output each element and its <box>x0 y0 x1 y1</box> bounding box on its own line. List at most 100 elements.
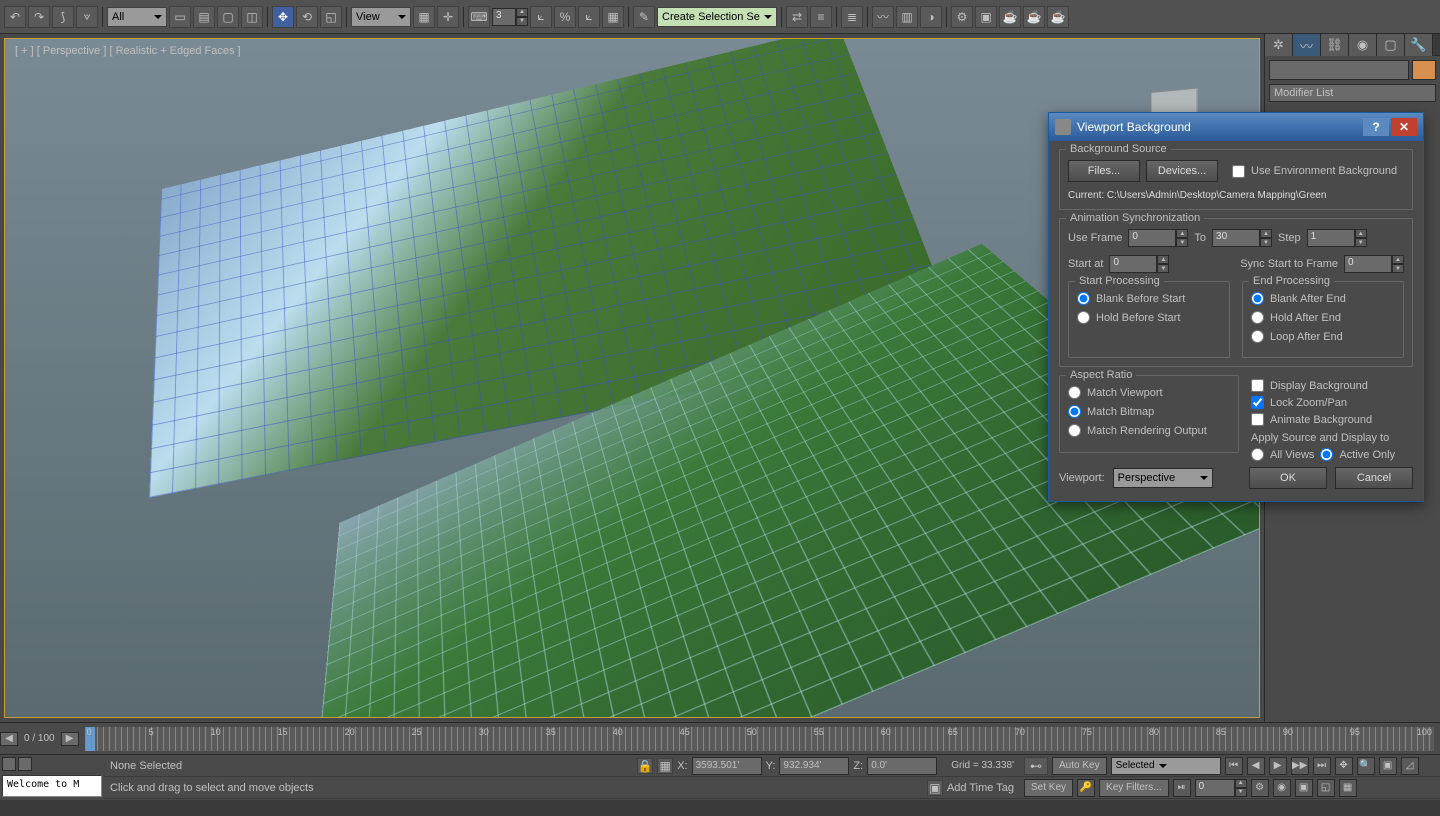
unlink-icon[interactable]: ⟇ <box>76 6 98 28</box>
pan-icon[interactable]: ✥ <box>1335 757 1353 775</box>
named-selection-dropdown[interactable]: Create Selection Se <box>657 7 777 27</box>
material-editor-icon[interactable]: ◑ <box>920 6 942 28</box>
hierarchy-tab-icon[interactable]: ⛓ <box>1321 34 1349 56</box>
time-tag-icon[interactable]: ▣ <box>927 780 943 796</box>
macro-btn2-icon[interactable] <box>18 757 32 771</box>
object-color-swatch[interactable] <box>1412 60 1436 80</box>
coord-display-icon[interactable]: ▦ <box>657 758 673 774</box>
viewport-label[interactable]: [ + ] [ Perspective ] [ Realistic + Edge… <box>15 45 241 57</box>
sync-start-spinner[interactable]: 0▲▼ <box>1344 255 1404 273</box>
render-prod-icon[interactable]: ☕ <box>1047 6 1069 28</box>
create-tab-icon[interactable]: ✲ <box>1265 34 1293 56</box>
link-icon[interactable]: ⟆ <box>52 6 74 28</box>
goto-start-icon[interactable]: ⏮ <box>1225 757 1243 775</box>
dialog-titlebar[interactable]: Viewport Background ? ✕ <box>1049 113 1423 141</box>
motion-tab-icon[interactable]: ◉ <box>1349 34 1377 56</box>
move-icon[interactable]: ✥ <box>272 6 294 28</box>
undo-icon[interactable]: ↶ <box>4 6 26 28</box>
display-bg-checkbox[interactable] <box>1251 379 1264 392</box>
time-ruler[interactable]: 0510152025303540455055606570758085909510… <box>85 727 1434 751</box>
goto-end-icon[interactable]: ⏭ <box>1313 757 1331 775</box>
layers-icon[interactable]: ≣ <box>841 6 863 28</box>
percent-snap-icon[interactable]: ⟀ <box>578 6 600 28</box>
rect-select-icon[interactable]: ▢ <box>217 6 239 28</box>
spinner-snap-icon[interactable]: ▦ <box>602 6 624 28</box>
align-icon[interactable]: ≡ <box>810 6 832 28</box>
match-bitmap-radio[interactable] <box>1068 405 1081 418</box>
selection-filter-dropdown[interactable]: All <box>107 7 167 27</box>
key-icon[interactable]: ⊷ <box>1024 757 1048 775</box>
snap-toggle-icon[interactable]: ⟀ <box>530 6 552 28</box>
key-mode-dropdown[interactable]: Selected <box>1111 757 1221 775</box>
zoom-icon[interactable]: 🔍 <box>1357 757 1375 775</box>
play-icon[interactable]: ▶ <box>1269 757 1287 775</box>
window-crossing-icon[interactable]: ◫ <box>241 6 263 28</box>
utilities-tab-icon[interactable]: 🔧 <box>1405 34 1433 56</box>
curve-editor-icon[interactable]: 〰 <box>872 6 894 28</box>
match-render-radio[interactable] <box>1068 424 1081 437</box>
display-tab-icon[interactable]: ▢ <box>1377 34 1405 56</box>
add-time-tag[interactable]: Add Time Tag <box>947 782 1014 794</box>
modifier-list-dropdown[interactable]: Modifier List <box>1269 84 1436 102</box>
use-environment-checkbox[interactable] <box>1232 165 1245 178</box>
render-icon[interactable]: ☕ <box>999 6 1021 28</box>
goto-frame-input[interactable]: 0▲▼ <box>1195 779 1247 797</box>
macro-rec-icon[interactable] <box>2 757 16 771</box>
mirror-icon[interactable]: ⇄ <box>786 6 808 28</box>
edit-named-sel-icon[interactable]: ✎ <box>633 6 655 28</box>
hold-before-radio[interactable] <box>1077 311 1090 324</box>
dialog-help-button[interactable]: ? <box>1363 118 1389 136</box>
use-frame-spinner[interactable]: 0▲▼ <box>1128 229 1188 247</box>
viewport-select-dropdown[interactable]: Perspective <box>1113 468 1213 488</box>
key-mode-icon[interactable]: ⏯ <box>1173 779 1191 797</box>
manipulate-icon[interactable]: ✛ <box>437 6 459 28</box>
render-setup-icon[interactable]: ⚙ <box>951 6 973 28</box>
devices-button[interactable]: Devices... <box>1146 160 1218 182</box>
loop-after-radio[interactable] <box>1251 330 1264 343</box>
select-name-icon[interactable]: ▤ <box>193 6 215 28</box>
quick-render-icon[interactable]: ☕ <box>1023 6 1045 28</box>
modify-tab-icon[interactable]: 〰 <box>1293 34 1321 56</box>
blank-before-radio[interactable] <box>1077 292 1090 305</box>
scale-icon[interactable]: ◱ <box>320 6 342 28</box>
redo-icon[interactable]: ↷ <box>28 6 50 28</box>
all-views-radio[interactable] <box>1251 448 1264 461</box>
max-viewport-icon[interactable]: ◱ <box>1317 779 1335 797</box>
vp-layout-icon[interactable]: ▦ <box>1339 779 1357 797</box>
auto-key-button[interactable]: Auto Key <box>1052 757 1107 775</box>
object-name-input[interactable] <box>1269 60 1409 80</box>
timeline-left-icon[interactable]: ◀ <box>0 732 18 746</box>
macro-listener[interactable]: Welcome to M <box>2 775 102 797</box>
spinner-3[interactable]: 3▲▼ <box>492 8 528 26</box>
select-icon[interactable]: ▭ <box>169 6 191 28</box>
render-frame-icon[interactable]: ▣ <box>975 6 997 28</box>
start-at-spinner[interactable]: 0▲▼ <box>1109 255 1169 273</box>
hold-after-radio[interactable] <box>1251 311 1264 324</box>
dialog-close-button[interactable]: ✕ <box>1391 118 1417 136</box>
orbit-icon[interactable]: ◉ <box>1273 779 1291 797</box>
zoom-ext-icon[interactable]: ▣ <box>1295 779 1313 797</box>
lock-zoom-checkbox[interactable] <box>1251 396 1264 409</box>
animate-bg-checkbox[interactable] <box>1251 413 1264 426</box>
blank-after-radio[interactable] <box>1251 292 1264 305</box>
schematic-icon[interactable]: ▥ <box>896 6 918 28</box>
y-coord-input[interactable]: 932.934' <box>779 757 849 775</box>
ok-button[interactable]: OK <box>1249 467 1327 489</box>
pivot-icon[interactable]: ▦ <box>413 6 435 28</box>
z-coord-input[interactable]: 0.0' <box>867 757 937 775</box>
timeline-right-icon[interactable]: ▶ <box>61 732 79 746</box>
keyboard-icon[interactable]: ⌨ <box>468 6 490 28</box>
x-coord-input[interactable]: 3593.501' <box>692 757 762 775</box>
lock-selection-icon[interactable]: 🔒 <box>637 758 653 774</box>
files-button[interactable]: Files... <box>1068 160 1140 182</box>
time-config-icon[interactable]: ⚙ <box>1251 779 1269 797</box>
active-only-radio[interactable] <box>1320 448 1333 461</box>
prev-frame-icon[interactable]: ◀ <box>1247 757 1265 775</box>
rotate-icon[interactable]: ⟲ <box>296 6 318 28</box>
to-frame-spinner[interactable]: 30▲▼ <box>1212 229 1272 247</box>
cancel-button[interactable]: Cancel <box>1335 467 1413 489</box>
fov-icon[interactable]: ◿ <box>1401 757 1419 775</box>
next-frame-icon[interactable]: ▶▶ <box>1291 757 1309 775</box>
zoom-all-icon[interactable]: ▣ <box>1379 757 1397 775</box>
step-spinner[interactable]: 1▲▼ <box>1307 229 1367 247</box>
